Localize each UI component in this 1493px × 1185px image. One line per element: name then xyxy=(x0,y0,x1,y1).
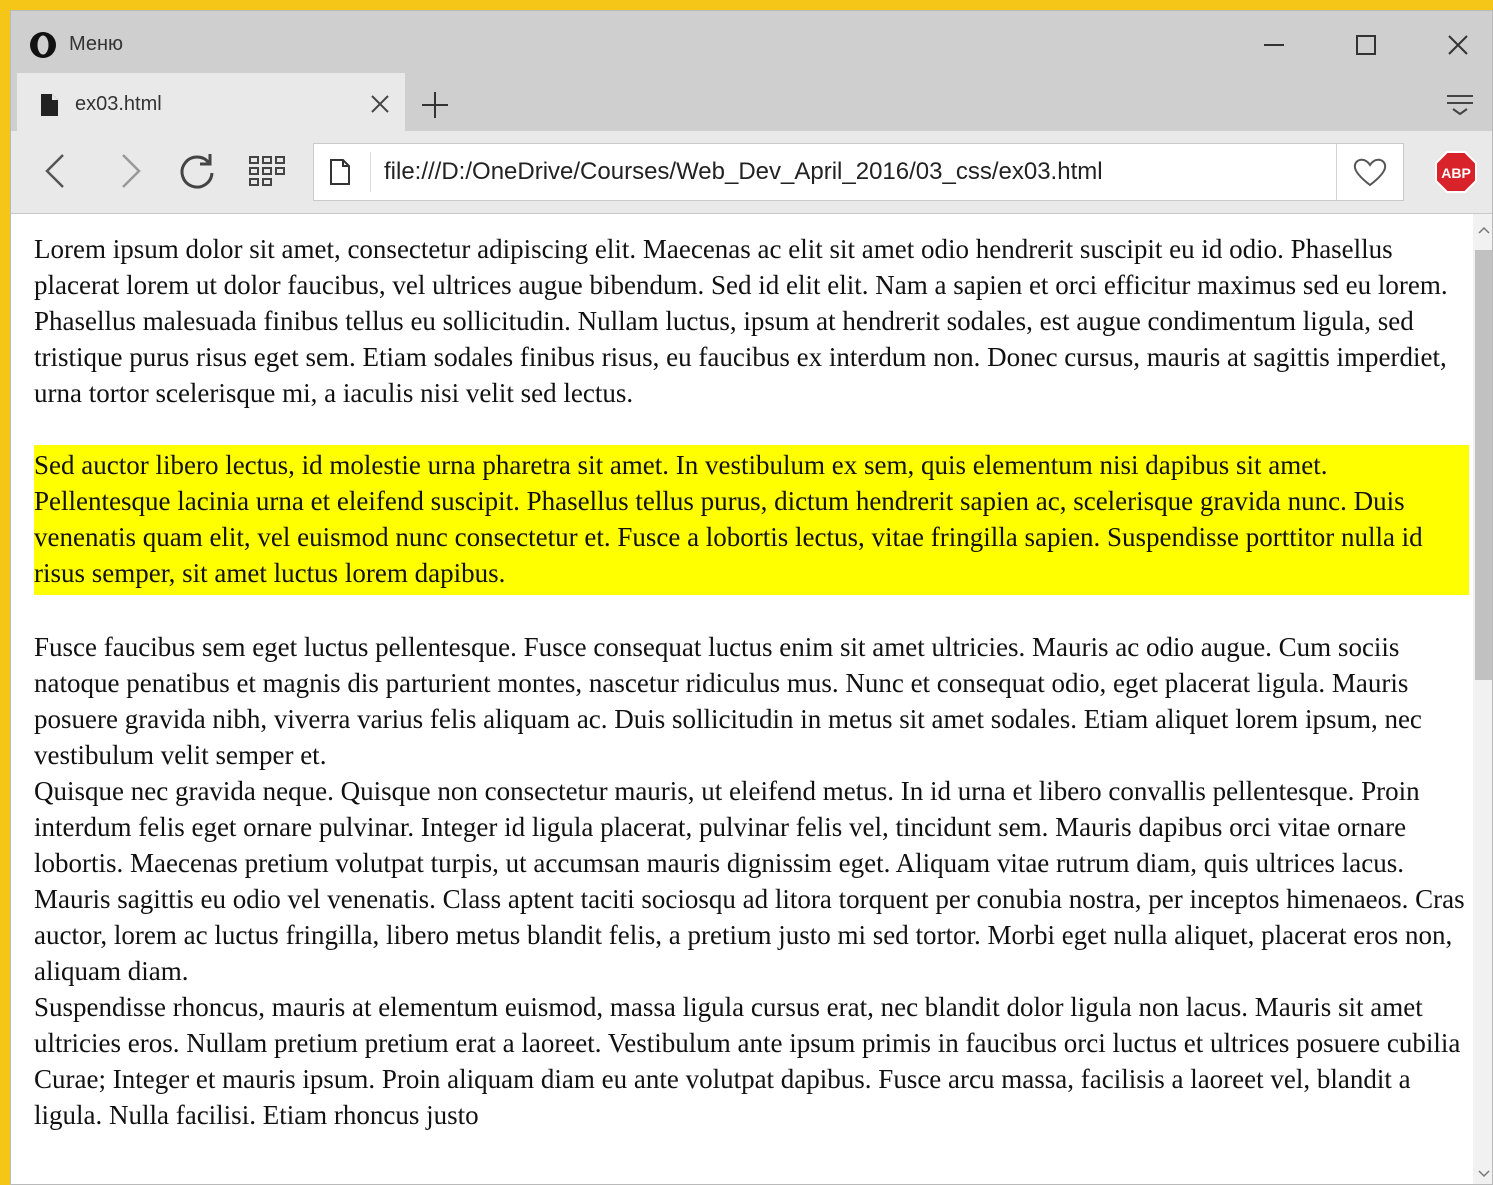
adblock-label: ABP xyxy=(1441,165,1471,181)
url-input[interactable] xyxy=(384,144,1324,200)
menu-label[interactable]: Меню xyxy=(69,33,123,56)
file-icon xyxy=(41,94,58,116)
navigation-toolbar: ABP xyxy=(11,131,1492,214)
minimize-button[interactable] xyxy=(1254,27,1294,63)
back-button[interactable] xyxy=(33,149,77,193)
minimize-icon xyxy=(1264,44,1284,46)
new-tab-button[interactable] xyxy=(415,87,455,123)
heart-icon xyxy=(1353,158,1387,187)
tab-title: ex03.html xyxy=(75,93,162,115)
vertical-scrollbar[interactable] xyxy=(1473,214,1492,1184)
scroll-up-button[interactable] xyxy=(1473,222,1492,238)
forward-icon xyxy=(122,154,141,188)
chevron-down-icon xyxy=(1477,1170,1490,1178)
back-icon xyxy=(45,154,64,188)
reload-icon xyxy=(180,154,214,189)
paragraph-3: Fusce faucibus sem eget luctus pellentes… xyxy=(34,632,1422,770)
tab-menu-icon xyxy=(1447,95,1473,116)
maximize-icon xyxy=(1356,35,1376,55)
paragraph-4: Quisque nec gravida neque. Quisque non c… xyxy=(34,776,1465,986)
title-bar: Меню xyxy=(11,11,1492,73)
paragraph-5: Suspendisse rhoncus, mauris at elementum… xyxy=(34,992,1461,1130)
paragraph-2-highlighted: Sed auctor libero lectus, id molestie ur… xyxy=(34,445,1469,595)
tab-menu-button[interactable] xyxy=(1440,87,1480,123)
maximize-button[interactable] xyxy=(1346,27,1386,63)
close-window-button[interactable] xyxy=(1438,27,1478,63)
chevron-up-icon xyxy=(1477,226,1490,234)
close-icon xyxy=(371,95,389,113)
address-bar xyxy=(313,143,1404,201)
tab-ex03[interactable]: ex03.html xyxy=(17,73,405,131)
paragraph-1: Lorem ipsum dolor sit amet, consectetur … xyxy=(34,234,1448,408)
opera-logo[interactable] xyxy=(29,31,57,59)
address-separator xyxy=(370,152,371,192)
speed-dial-button[interactable] xyxy=(245,149,289,193)
scrollbar-thumb[interactable] xyxy=(1475,250,1492,680)
tab-close-button[interactable] xyxy=(365,89,395,119)
forward-button[interactable] xyxy=(109,149,153,193)
plus-icon xyxy=(422,92,448,118)
page-icon xyxy=(330,159,350,185)
speed-dial-icon xyxy=(249,156,285,186)
tab-strip: ex03.html xyxy=(11,73,1492,131)
bookmark-button[interactable] xyxy=(1336,144,1403,200)
browser-window: Меню ex03.html file:///D:/OneDrive/Cours… xyxy=(10,10,1493,1185)
page-content: Lorem ipsum dolor sit amet, consectetur … xyxy=(11,214,1473,1184)
scroll-down-button[interactable] xyxy=(1473,1166,1492,1182)
reload-button[interactable] xyxy=(175,149,219,193)
close-icon xyxy=(1448,35,1468,55)
adblock-plus-icon[interactable]: ABP xyxy=(1435,151,1477,193)
